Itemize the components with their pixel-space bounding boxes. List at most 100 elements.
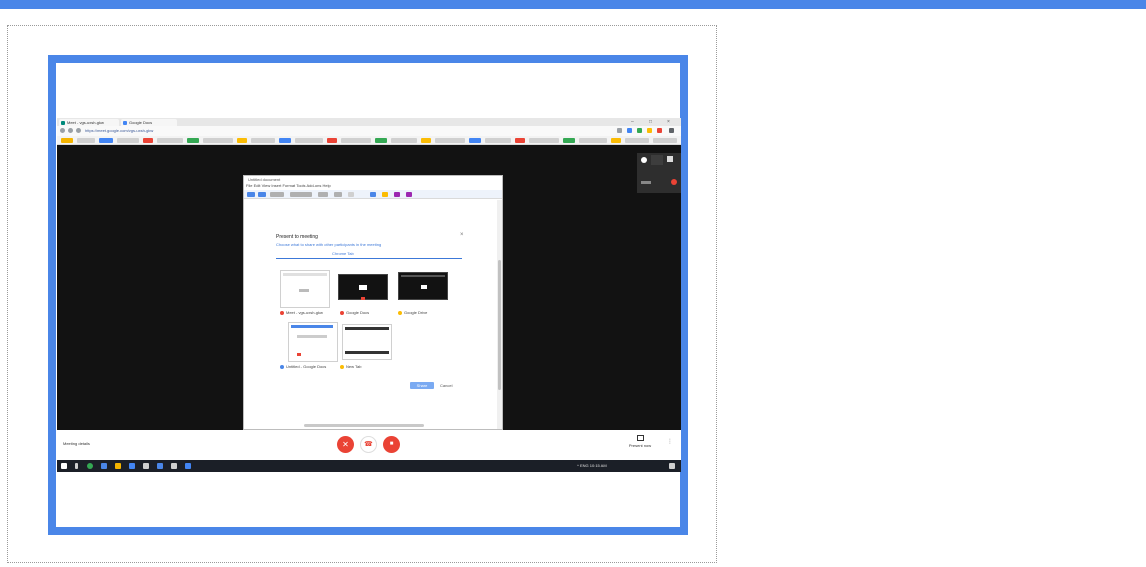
url-field[interactable]: https://meet.google.com/vgs-uxsh-gkw [85,128,225,134]
menu-tools[interactable]: Tools [296,183,305,188]
reload-icon[interactable] [76,128,81,133]
app-icon[interactable] [157,463,163,469]
more-options-icon[interactable]: ⋮ [667,438,673,445]
bookmark-item[interactable] [117,138,139,143]
menu-icon[interactable] [669,128,674,133]
bookmark-item[interactable] [579,138,607,143]
chrome-icon[interactable] [87,463,93,469]
bookmark-item[interactable] [157,138,183,143]
tab-chrome-tab[interactable]: Chrome Tab [332,251,354,256]
bookmark-item[interactable] [295,138,323,143]
notifications-icon[interactable] [669,463,675,469]
app-icon[interactable] [101,463,107,469]
style-select[interactable] [290,192,312,197]
bookmark-item[interactable] [563,138,575,143]
bookmark-item[interactable] [625,138,649,143]
extension-icon[interactable] [657,128,662,133]
format-icon[interactable] [406,192,412,197]
doc-toolbar [244,190,502,199]
cancel-button[interactable]: Cancel [440,382,452,389]
extension-icon[interactable] [627,128,632,133]
close-window-button[interactable]: × [667,119,670,125]
bookmark-item[interactable] [99,138,113,143]
chat-icon[interactable] [651,155,663,165]
menu-edit[interactable]: Edit [254,183,261,188]
redo-icon[interactable] [258,192,266,197]
bookmark-item[interactable] [611,138,621,143]
scrollbar-thumb[interactable] [498,260,501,390]
menu-insert[interactable]: Insert [271,183,281,188]
undo-icon[interactable] [247,192,255,197]
menu-addons[interactable]: Add-ons [306,183,321,188]
pen-icon[interactable] [370,192,376,197]
app-icon[interactable] [143,463,149,469]
share-option-drive[interactable] [398,272,448,300]
bookmark-item[interactable] [515,138,525,143]
bookmark-item[interactable] [469,138,481,143]
present-now-button[interactable]: Present now [625,435,655,448]
share-option-meet[interactable] [280,270,330,308]
leave-call-button[interactable]: ☎ [360,436,377,453]
app-icon[interactable] [185,463,191,469]
bookmark-item[interactable] [653,138,677,143]
menu-view[interactable]: View [262,183,271,188]
menu-file[interactable]: File [246,183,252,188]
meet-icon [280,310,284,315]
share-option-docs[interactable] [338,274,388,300]
bookmark-item[interactable] [529,138,559,143]
layout-icon[interactable] [667,156,673,162]
browser-tab-meet[interactable]: Meet - vgs-uxsh-gkw [59,119,119,126]
bookmark-item[interactable] [61,138,73,143]
bookmark-item[interactable] [187,138,199,143]
bookmark-item[interactable] [143,138,153,143]
bookmark-item[interactable] [279,138,291,143]
vertical-scrollbar[interactable] [497,200,502,429]
meeting-details-link[interactable]: Meeting details [63,441,90,446]
zoom-select[interactable] [270,192,284,197]
bold-icon[interactable] [348,192,354,197]
app-icon[interactable] [129,463,135,469]
app-icon[interactable] [171,463,177,469]
participants-icon[interactable] [641,157,647,163]
highlight-icon[interactable] [382,192,388,197]
bookmark-item[interactable] [391,138,417,143]
bookmark-item[interactable] [341,138,371,143]
system-tray[interactable]: ^ ENG 10:15 AM [577,462,607,470]
share-button[interactable]: Share [410,382,434,389]
folder-icon[interactable] [115,463,121,469]
extension-icon[interactable] [647,128,652,133]
close-icon[interactable]: × [460,232,464,238]
mic-muted-icon [671,179,677,185]
minimize-button[interactable]: – [631,119,634,125]
self-name-label [641,181,651,184]
bookmark-item[interactable] [485,138,511,143]
forward-icon[interactable] [68,128,73,133]
bookmark-item[interactable] [77,138,95,143]
camera-off-button[interactable]: ■ [383,436,400,453]
maximize-button[interactable]: □ [649,119,652,125]
bookmark-item[interactable] [421,138,431,143]
menu-help[interactable]: Help [322,183,330,188]
share-option-label: Untitled - Google Docs [280,364,326,369]
search-icon[interactable] [75,463,78,469]
bookmark-star-icon[interactable] [617,128,622,133]
bookmark-item[interactable] [327,138,337,143]
bookmark-item[interactable] [375,138,387,143]
bookmark-item[interactable] [435,138,465,143]
bookmark-item[interactable] [251,138,275,143]
browser-tab-docs[interactable]: Google Docs [121,119,177,126]
text-color-icon[interactable] [394,192,400,197]
bookmark-item[interactable] [203,138,233,143]
horizontal-scrollbar[interactable] [304,424,424,427]
mic-off-button[interactable]: ✕ [337,436,354,453]
font-select[interactable] [318,192,328,197]
share-option-docs-tab[interactable] [288,322,338,362]
menu-format[interactable]: Format [282,183,295,188]
share-option-new-tab[interactable] [342,324,392,360]
bookmark-item[interactable] [237,138,247,143]
drive-icon [398,310,402,315]
font-size-select[interactable] [334,192,342,197]
back-icon[interactable] [60,128,65,133]
windows-start-icon[interactable] [61,463,67,469]
extension-icon[interactable] [637,128,642,133]
